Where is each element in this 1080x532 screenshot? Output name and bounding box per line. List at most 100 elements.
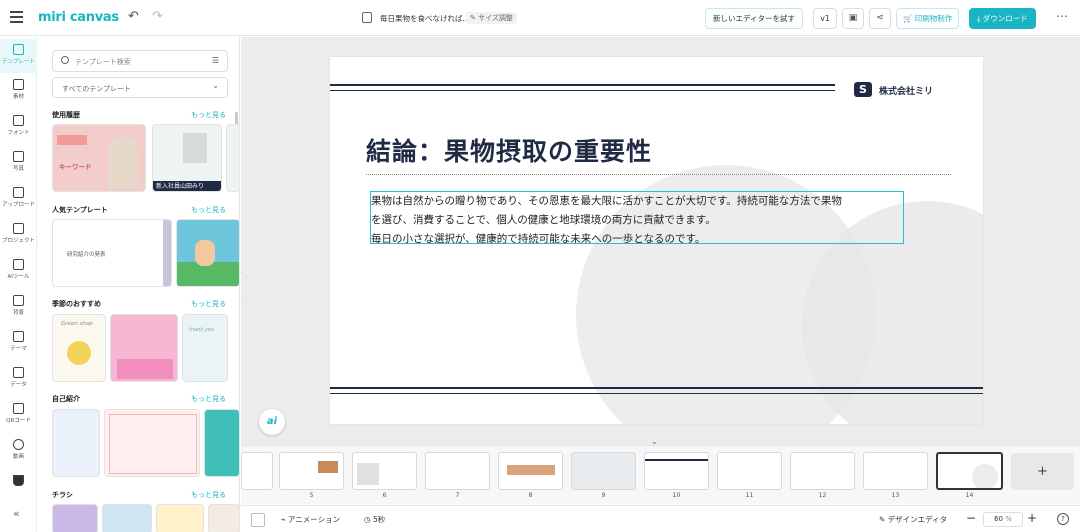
page-number: 11 <box>745 492 754 499</box>
sidebar-item-font[interactable]: フォント <box>0 110 37 144</box>
page-thumb-8[interactable] <box>498 452 563 490</box>
design-editor-button[interactable]: ✎ デザインエディタ <box>879 514 947 525</box>
sidebar-item-qr-code[interactable]: QRコード <box>0 398 37 432</box>
more-link-flyer[interactable]: もっと見る <box>191 490 226 500</box>
template-category-select[interactable]: すべてのテンプレート ⌄ <box>52 77 228 98</box>
page-thumb-9[interactable] <box>571 452 636 490</box>
sidebar-item-ai-tools[interactable]: AIツール <box>0 254 37 288</box>
page-thumb-6[interactable] <box>352 452 417 490</box>
template-thumb-flyer-3[interactable] <box>156 504 204 532</box>
version-button[interactable]: v1 <box>813 8 837 29</box>
section-title-popular: 人気テンプレート <box>52 206 108 214</box>
sidebar-item-data[interactable]: データ <box>0 362 37 396</box>
bookmark-icon[interactable] <box>0 470 37 504</box>
duration-label: 5秒 <box>372 515 386 524</box>
sidebar-item-background[interactable]: 背景 <box>0 290 37 324</box>
background-icon <box>13 295 24 306</box>
add-page-button[interactable]: + <box>1011 453 1074 490</box>
chevron-down-icon[interactable]: ⌄ <box>651 437 658 446</box>
app-logo[interactable]: miri canvas <box>38 10 119 25</box>
template-thumb-history-1[interactable]: キーワード <box>52 124 146 192</box>
sidebar-item-label: 素材 <box>12 94 24 100</box>
text-selection-box[interactable] <box>370 191 904 244</box>
sidebar-item-project[interactable]: プロジェクト <box>0 218 37 252</box>
search-placeholder: テンプレート検索 <box>75 58 131 66</box>
resize-button[interactable]: ✎ サイズ調整 <box>466 12 517 24</box>
template-thumb-self-intro-3[interactable] <box>204 409 239 477</box>
document-title[interactable]: 毎日果物を食べなければ... <box>380 13 470 24</box>
menu-icon[interactable] <box>10 11 23 23</box>
upload-icon <box>13 187 24 198</box>
template-thumb-flyer-1[interactable] <box>52 504 98 532</box>
download-button[interactable]: ⤓ ダウンロード <box>969 8 1036 29</box>
page-thumb-13[interactable] <box>863 452 928 490</box>
page-thumb-14-selected[interactable] <box>936 452 1003 490</box>
more-options-icon[interactable]: ⋯ <box>1056 9 1068 23</box>
page-thumb-4[interactable] <box>241 452 273 490</box>
page-number: 13 <box>891 492 900 499</box>
bottom-rule-thin <box>330 393 983 394</box>
slide-canvas[interactable]: S 株式会社ミリ 結論：果物摂取の重要性 果物は自然からの贈り物であり、その恩恵… <box>330 57 983 424</box>
template-thumb-history-2[interactable]: 新入社員山田みり <box>152 124 222 192</box>
undo-icon[interactable]: ↶ <box>128 9 139 24</box>
title-divider <box>366 174 951 175</box>
redo-icon[interactable]: ↷ <box>152 9 163 24</box>
save-icon[interactable]: ▣ <box>842 8 864 29</box>
animation-button[interactable]: ⌁ アニメーション <box>281 514 340 525</box>
template-thumb-flyer-2[interactable] <box>102 504 152 532</box>
page-thumb-5[interactable] <box>279 452 344 490</box>
document-icon <box>362 12 372 23</box>
template-thumb-seasonal-1[interactable]: Green shop <box>52 314 106 382</box>
more-link-popular[interactable]: もっと見る <box>191 205 226 215</box>
section-title-seasonal: 季節のおすすめ <box>52 300 101 308</box>
sidebar-item-label: テーマ <box>10 346 27 352</box>
sidebar-item-elements[interactable]: 素材 <box>0 74 37 108</box>
ai-assistant-button[interactable]: ai <box>259 409 285 435</box>
help-icon[interactable]: ? <box>1057 513 1069 525</box>
zoom-in-icon[interactable]: + <box>1027 511 1037 525</box>
page-thumb-12[interactable] <box>790 452 855 490</box>
thumb-flower-image <box>67 341 91 365</box>
zoom-input[interactable]: 60 % <box>983 512 1023 527</box>
resize-label: サイズ調整 <box>478 14 513 22</box>
template-thumb-self-intro-2[interactable] <box>104 409 200 477</box>
template-thumb-self-intro-1[interactable] <box>52 409 100 477</box>
top-rule-thin <box>330 90 835 91</box>
sidebar-item-video[interactable]: 動画 <box>0 434 37 468</box>
slide-title[interactable]: 結論：果物摂取の重要性 <box>366 132 652 168</box>
thumb-decoration <box>972 464 998 488</box>
top-rule <box>330 84 835 86</box>
font-icon <box>13 115 24 126</box>
thumb-image <box>357 463 379 485</box>
filter-icon[interactable]: ☰ <box>212 56 219 65</box>
sidebar-item-upload[interactable]: アップロード <box>0 182 37 216</box>
more-link-seasonal[interactable]: もっと見る <box>191 299 226 309</box>
background-color-swatch[interactable] <box>251 513 265 527</box>
more-link-self-intro[interactable]: もっと見る <box>191 394 226 404</box>
share-icon[interactable]: ⋖ <box>869 8 891 29</box>
collapse-sidebar-icon[interactable]: « <box>13 507 20 520</box>
sidebar-item-photo[interactable]: 写真 <box>0 146 37 180</box>
template-thumb-popular-2[interactable] <box>176 219 239 287</box>
zoom-out-icon[interactable]: − <box>966 511 976 525</box>
template-thumb-seasonal-3[interactable]: thank you <box>182 314 228 382</box>
template-thumb-history-3[interactable] <box>226 124 239 192</box>
page-thumb-10[interactable] <box>644 452 709 490</box>
sidebar-item-template[interactable]: テンプレート <box>0 39 37 73</box>
new-editor-button[interactable]: 新しいエディターを試す <box>705 8 803 29</box>
page-thumb-11[interactable] <box>717 452 782 490</box>
template-thumb-flyer-4[interactable] <box>208 504 239 532</box>
template-search-input[interactable]: テンプレート検索 ☰ <box>52 50 228 72</box>
print-button[interactable]: 🛒 印刷物制作 <box>896 8 960 29</box>
template-thumb-seasonal-2[interactable] <box>110 314 178 382</box>
thumb-person-image <box>108 137 138 189</box>
template-thumb-popular-1[interactable]: 研究紹介の発表 <box>52 219 172 287</box>
page-thumb-7[interactable] <box>425 452 490 490</box>
company-name[interactable]: 株式会社ミリ <box>879 84 933 97</box>
more-link-history[interactable]: もっと見る <box>191 110 226 120</box>
company-logo-icon[interactable]: S <box>854 82 872 97</box>
sidebar-item-theme[interactable]: テーマ <box>0 326 37 360</box>
duration-button[interactable]: ◷ 5秒 <box>364 514 385 525</box>
thumb-text: 新入社員山田みり <box>153 181 221 191</box>
project-icon <box>13 223 24 234</box>
